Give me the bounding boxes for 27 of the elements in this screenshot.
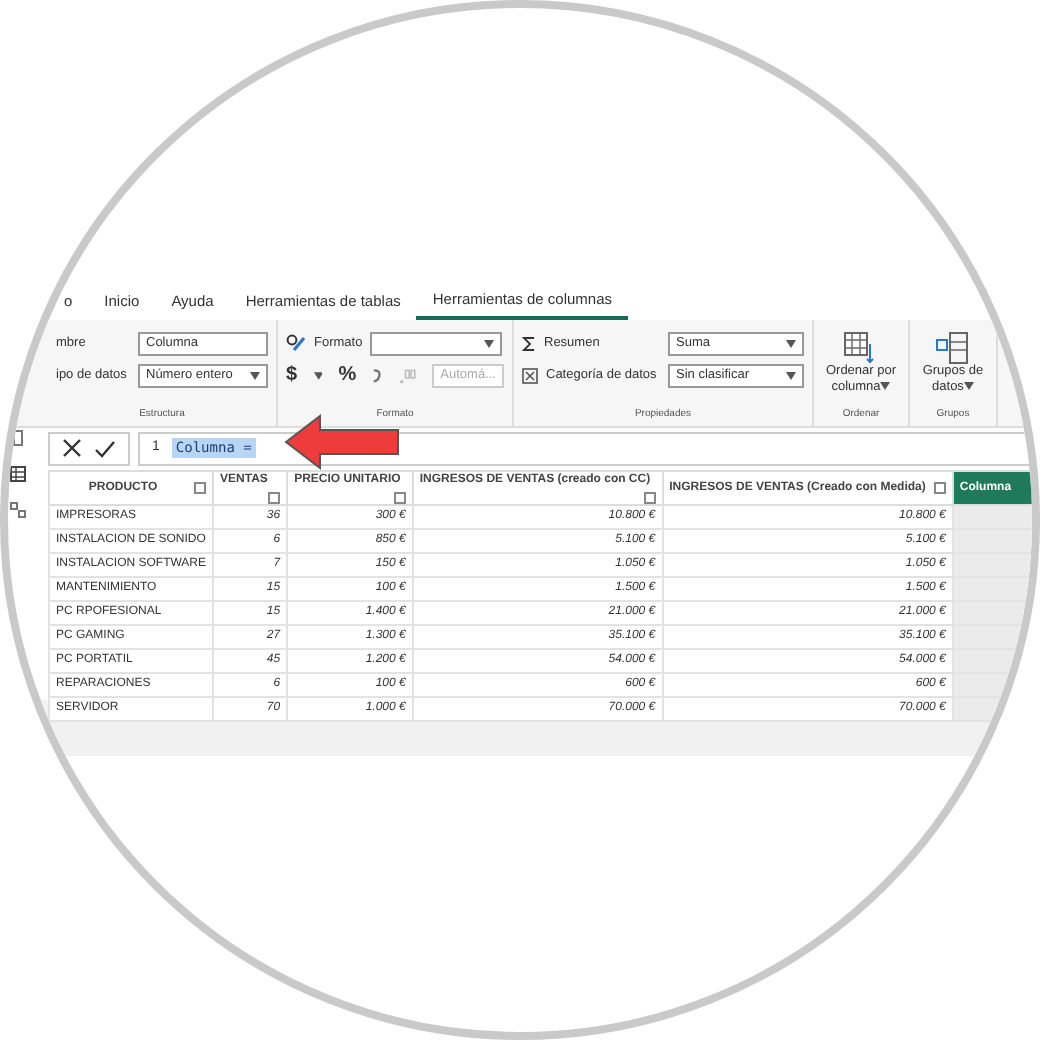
filter-dropdown[interactable] (268, 492, 281, 503)
model-view-icon[interactable] (10, 502, 26, 518)
comma-icon[interactable] (372, 368, 382, 384)
cancel-icon[interactable] (62, 438, 82, 458)
data-groups-icon (936, 332, 969, 364)
decimals-icon (397, 367, 417, 385)
filter-dropdown[interactable] (393, 492, 406, 503)
caret-icon[interactable] (313, 372, 323, 380)
category-icon (522, 368, 538, 384)
caret-icon[interactable] (786, 340, 796, 348)
confirm-icon[interactable] (94, 439, 116, 457)
caret-icon[interactable] (786, 372, 796, 380)
filter-dropdown[interactable] (933, 481, 946, 493)
caret-icon[interactable] (880, 382, 891, 391)
filter-dropdown[interactable] (194, 481, 207, 493)
sum-icon (522, 336, 536, 352)
report-view-icon[interactable] (12, 430, 24, 446)
caret-icon[interactable] (250, 372, 260, 380)
currency-button[interactable]: $ (286, 364, 298, 388)
arrow-drawing (284, 414, 400, 470)
format-brush-icon[interactable] (286, 334, 306, 353)
caret-icon[interactable] (963, 382, 974, 391)
filter-dropdown[interactable] (643, 492, 656, 503)
table-view-icon[interactable] (10, 466, 26, 482)
sort-table-icon (844, 332, 877, 364)
percent-button[interactable]: % (338, 364, 357, 388)
caret-icon[interactable] (484, 340, 495, 348)
